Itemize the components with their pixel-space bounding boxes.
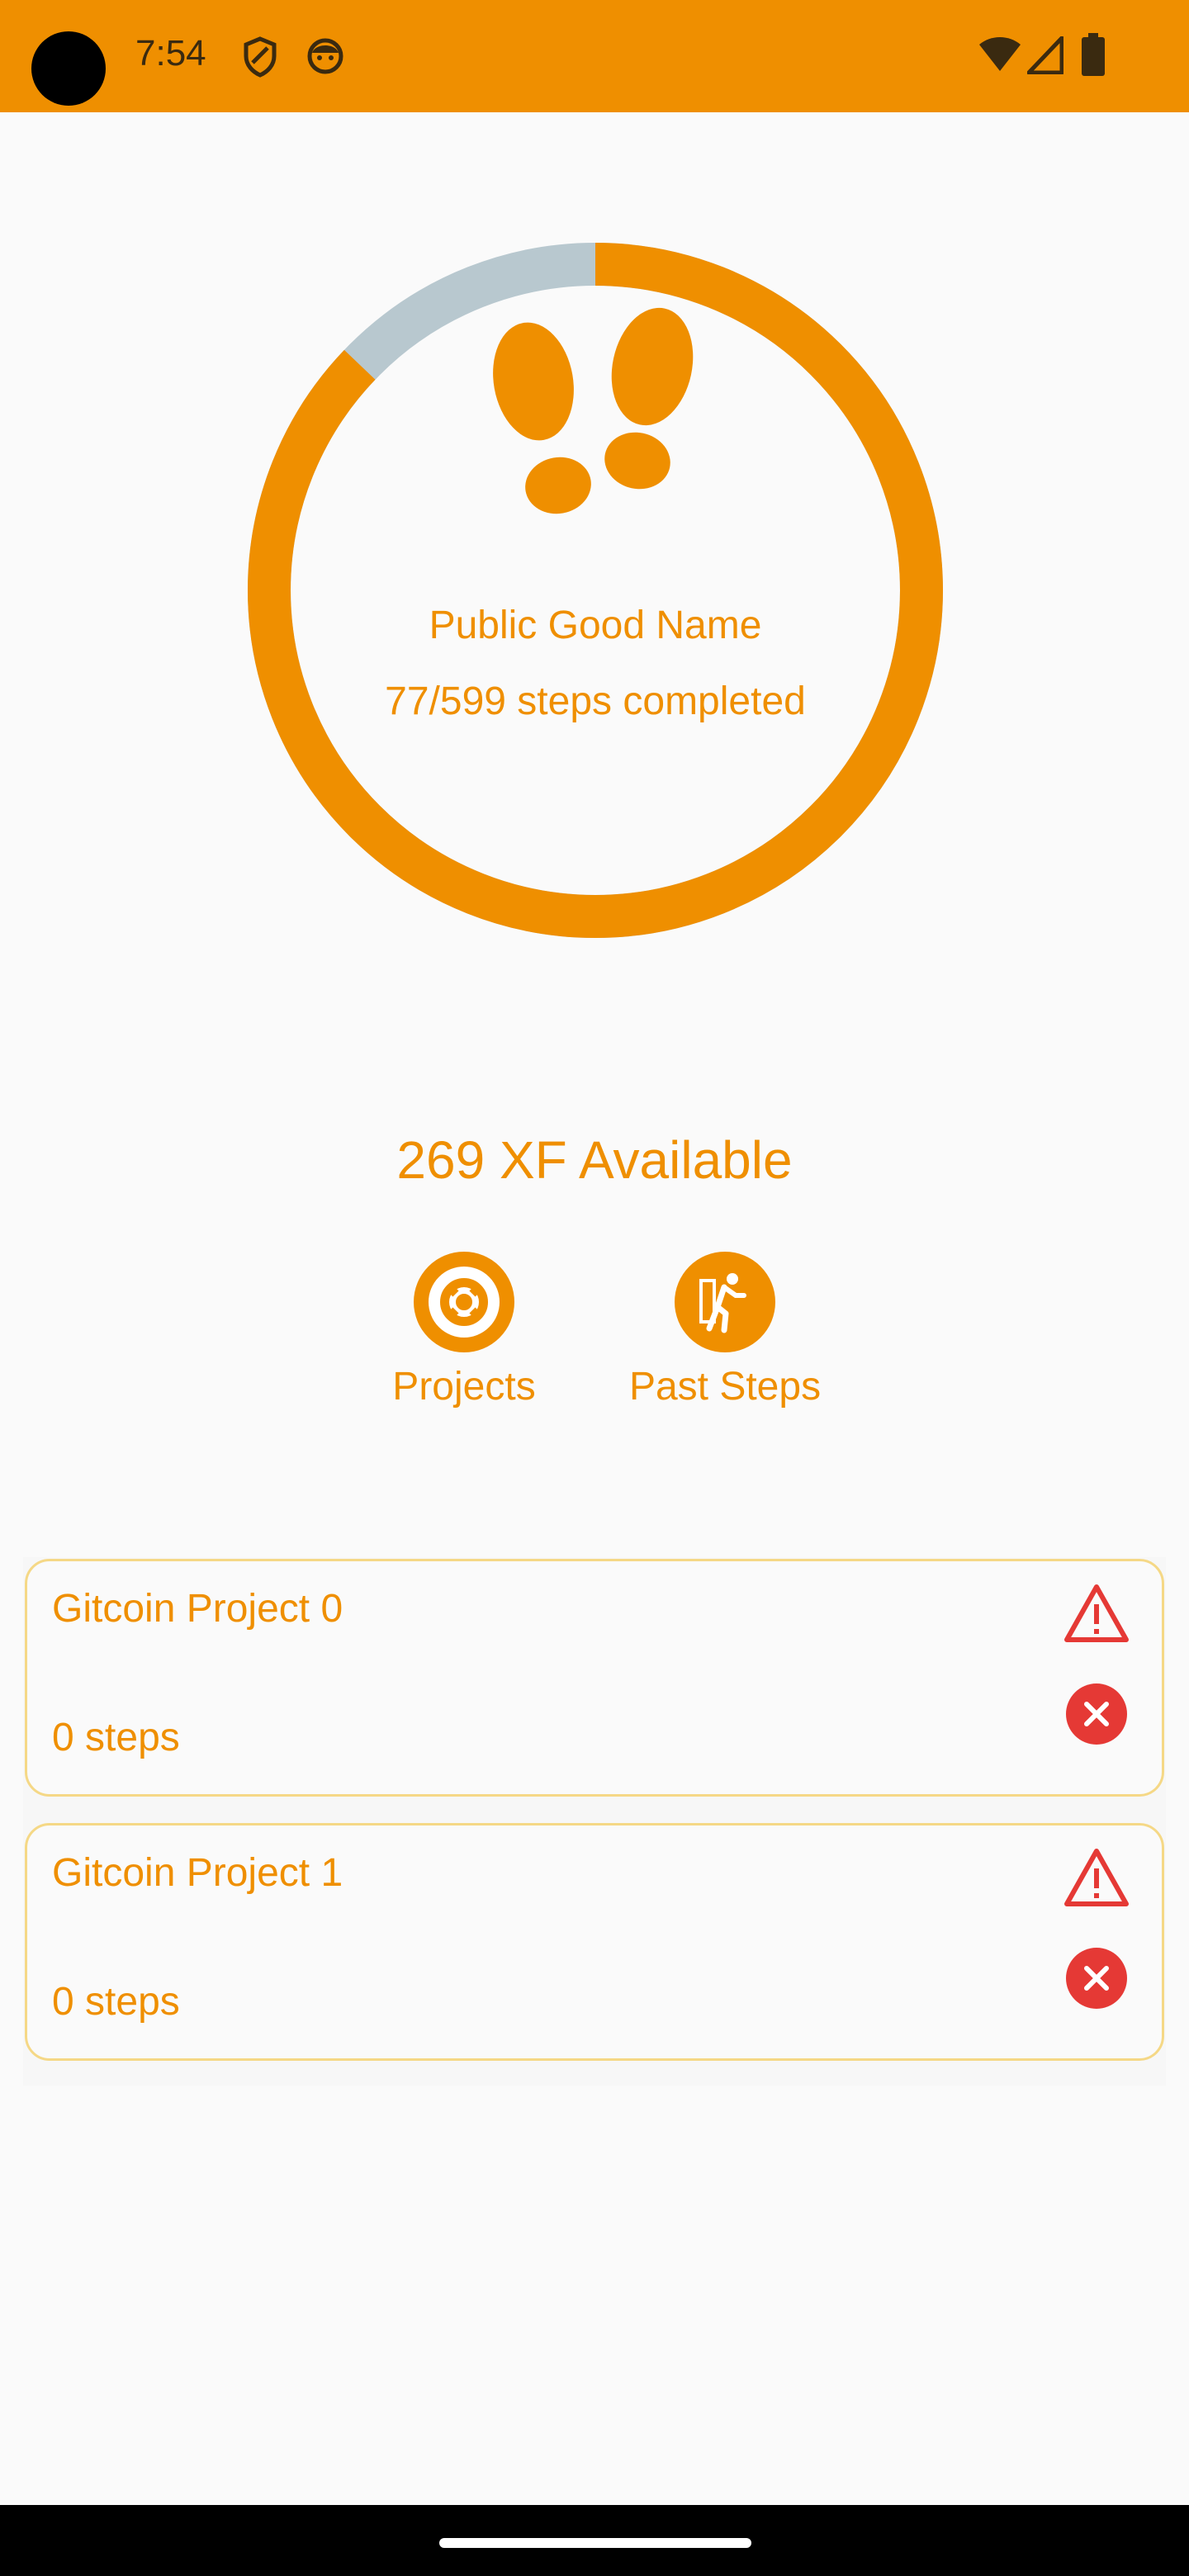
remove-project-button[interactable] xyxy=(1066,1948,1127,2009)
past-steps-button[interactable]: Past Steps xyxy=(618,1252,832,1409)
project-card[interactable]: Gitcoin Project 0 0 steps xyxy=(25,1559,1164,1797)
camera-cutout xyxy=(31,31,106,106)
lifebuoy-icon xyxy=(414,1252,514,1352)
project-steps: 0 steps xyxy=(52,1980,180,2024)
wifi-icon xyxy=(979,37,1021,71)
xf-balance: 269 XF Available xyxy=(396,1130,793,1190)
close-icon xyxy=(1084,1702,1109,1726)
home-gesture-handle[interactable] xyxy=(439,2538,751,2548)
project-card[interactable]: Gitcoin Project 1 0 steps xyxy=(25,1823,1164,2061)
face-icon xyxy=(307,38,343,74)
steps-completed-text: 77/599 steps completed xyxy=(385,680,806,723)
status-bar: 7:54 xyxy=(0,0,1189,112)
warning-icon[interactable] xyxy=(1063,1847,1130,1908)
past-steps-label: Past Steps xyxy=(628,1365,822,1409)
projects-button[interactable]: Projects xyxy=(357,1252,571,1409)
battery-icon xyxy=(1082,33,1105,76)
close-icon xyxy=(1084,1966,1109,1991)
remove-project-button[interactable] xyxy=(1066,1683,1127,1745)
warning-icon[interactable] xyxy=(1063,1583,1130,1644)
public-good-name: Public Good Name xyxy=(429,604,762,647)
running-icon xyxy=(675,1252,775,1352)
status-time: 7:54 xyxy=(135,33,206,73)
project-title: Gitcoin Project 0 xyxy=(52,1587,343,1631)
project-title: Gitcoin Project 1 xyxy=(52,1851,343,1895)
shield-icon xyxy=(244,36,277,78)
project-steps: 0 steps xyxy=(52,1716,180,1759)
projects-label: Projects xyxy=(392,1365,536,1409)
footprints-icon xyxy=(493,307,694,514)
signal-icon xyxy=(1027,36,1063,74)
